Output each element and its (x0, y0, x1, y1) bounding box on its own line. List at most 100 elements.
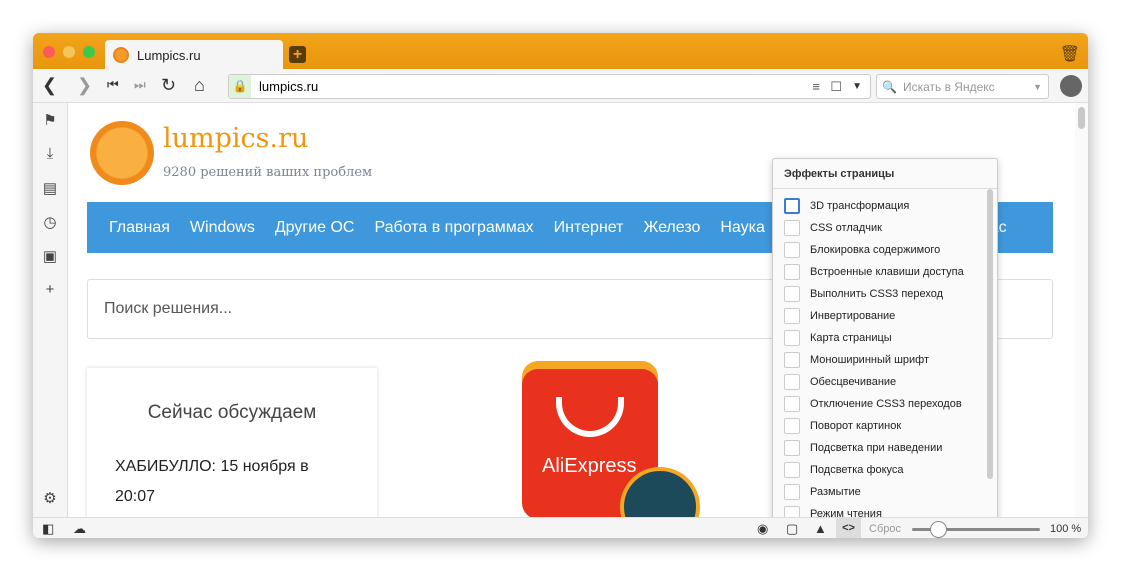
favicon-icon (113, 47, 129, 63)
ad-label: AliExpress (542, 455, 637, 477)
image-icon[interactable]: ▲ (814, 521, 827, 536)
bookmark-icon[interactable]: ☐ (830, 79, 842, 95)
effect-label: CSS отладчик (810, 222, 882, 234)
effect-checkbox[interactable] (784, 440, 800, 456)
zoom-slider-thumb[interactable] (929, 521, 947, 538)
add-icon[interactable]: + (41, 281, 59, 298)
page-effects-popup: Эффекты страницы 3D трансформация CSS отл… (772, 158, 998, 517)
forward-icon[interactable]: ❯ (77, 75, 92, 95)
chevron-down-icon[interactable]: ▼ (852, 81, 862, 92)
effect-checkbox[interactable] (784, 242, 800, 258)
effect-checkbox[interactable] (784, 264, 800, 280)
reload-icon[interactable]: ↻ (161, 75, 176, 95)
effect-item[interactable]: Подсветка фокуса (773, 459, 997, 481)
avatar[interactable] (1060, 75, 1082, 97)
trash-icon[interactable]: 🗑 (1060, 44, 1080, 64)
site-title[interactable]: lumpics.ru (163, 123, 308, 154)
effect-checkbox[interactable] (784, 352, 800, 368)
effect-checkbox[interactable] (784, 330, 800, 346)
effect-label: Подсветка при наведении (810, 442, 943, 454)
effect-label: Карта страницы (810, 332, 892, 344)
effect-item[interactable]: Обесцвечивание (773, 371, 997, 393)
bookmarks-icon[interactable]: ⚑ (41, 111, 59, 129)
new-tab-button[interactable]: + (289, 46, 306, 63)
effect-item[interactable]: Встроенные клавиши доступа (773, 261, 997, 283)
code-effects-icon[interactable]: <> (836, 518, 861, 538)
nav-item[interactable]: Железо (643, 219, 700, 237)
site-search-placeholder: Поиск решения... (104, 300, 233, 317)
home-icon[interactable]: ⌂ (194, 75, 205, 95)
zoom-reset-button[interactable]: Сброс (869, 523, 901, 535)
effect-item[interactable]: Отключение CSS3 переходов (773, 393, 997, 415)
effect-item[interactable]: Поворот картинок (773, 415, 997, 437)
skip-back-icon[interactable]: ⏮ (107, 75, 119, 95)
effect-item[interactable]: Моноширинный шрифт (773, 349, 997, 371)
download-icon[interactable]: ⤓ (41, 145, 59, 162)
web-content: lumpics.ru 9280 решений ваших проблем Гл… (68, 103, 1075, 517)
effect-label: Размытие (810, 486, 861, 498)
sidebar-toggle-icon[interactable]: ◧ (42, 521, 54, 537)
title-bar: Lumpics.ru + 🗑 (33, 33, 1088, 70)
cloud-icon[interactable]: ☁ (73, 521, 86, 537)
skip-forward-icon[interactable]: ⏭ (134, 75, 146, 95)
effect-item[interactable]: 3D трансформация (773, 195, 997, 217)
window-icon[interactable]: ▣ (41, 247, 59, 265)
popup-scrollbar[interactable] (987, 189, 993, 479)
site-logo[interactable] (90, 121, 154, 185)
page-scrollbar[interactable] (1075, 103, 1088, 517)
minimize-button[interactable] (63, 46, 75, 58)
effect-label: Инвертирование (810, 310, 896, 322)
effect-item[interactable]: CSS отладчик (773, 217, 997, 239)
close-button[interactable] (43, 46, 55, 58)
effect-item[interactable]: Карта страницы (773, 327, 997, 349)
reader-icon[interactable]: ≡ (812, 79, 820, 94)
effect-checkbox[interactable] (784, 220, 800, 236)
maximize-button[interactable] (83, 46, 95, 58)
search-placeholder: Искать в Яндекс (902, 79, 995, 94)
nav-item[interactable]: Главная (109, 219, 170, 237)
effect-checkbox[interactable] (784, 374, 800, 390)
effect-checkbox[interactable] (784, 286, 800, 302)
effect-item[interactable]: Подсветка при наведении (773, 437, 997, 459)
effect-checkbox[interactable] (784, 462, 800, 478)
history-icon[interactable]: ◷ (41, 213, 59, 231)
scroll-thumb[interactable] (1078, 107, 1085, 129)
settings-gear-icon[interactable]: ⚙ (41, 489, 59, 507)
nav-item[interactable]: Наука (720, 219, 765, 237)
tab-lumpics[interactable]: Lumpics.ru (105, 40, 283, 70)
effect-item[interactable]: Размытие (773, 481, 997, 503)
zoom-level: 100 % (1050, 523, 1082, 535)
effect-label: Обесцвечивание (810, 376, 897, 388)
bag-icon (556, 397, 624, 437)
notes-icon[interactable]: ▤ (41, 179, 59, 197)
zoom-slider[interactable] (912, 521, 1040, 538)
frame-icon[interactable]: ▢ (786, 521, 798, 537)
card-text[interactable]: ХАБИБУЛЛО: 15 ноября в 20:07 (115, 452, 349, 512)
nav-item[interactable]: Работа в программах (374, 219, 533, 237)
effect-checkbox[interactable] (784, 506, 800, 517)
effect-label: Режим чтения (810, 508, 882, 517)
discussion-card: Сейчас обсуждаем ХАБИБУЛЛО: 15 ноября в 2… (87, 368, 377, 517)
effect-checkbox[interactable] (784, 308, 800, 324)
nav-item[interactable]: Windows (190, 219, 255, 237)
camera-icon[interactable]: ◉ (757, 521, 768, 537)
nav-item[interactable]: Другие ОС (275, 219, 355, 237)
address-bar[interactable]: 🔒 lumpics.ru ≡ ☐ ▼ (228, 74, 871, 99)
effect-item[interactable]: Блокировка содержимого (773, 239, 997, 261)
effect-item[interactable]: Инвертирование (773, 305, 997, 327)
search-input[interactable]: 🔍 Искать в Яндекс ▼ (876, 74, 1049, 99)
search-dropdown-icon[interactable]: ▼ (1033, 82, 1042, 92)
card-title: Сейчас обсуждаем (147, 402, 317, 423)
effect-label: Блокировка содержимого (810, 244, 941, 256)
effect-item[interactable]: Выполнить CSS3 переход (773, 283, 997, 305)
effect-checkbox[interactable] (784, 484, 800, 500)
toolbar: ❮ ❯ ⏮ ⏭ ↻ ⌂ 🔒 lumpics.ru ≡ ☐ ▼ 🔍 Искать в … (33, 69, 1088, 103)
effect-label: 3D трансформация (810, 200, 910, 212)
nav-item[interactable]: Интернет (554, 219, 624, 237)
effect-label: Выполнить CSS3 переход (810, 288, 944, 300)
back-icon[interactable]: ❮ (42, 75, 57, 95)
effect-checkbox[interactable] (784, 418, 800, 434)
effect-checkbox[interactable] (784, 198, 800, 214)
effect-checkbox[interactable] (784, 396, 800, 412)
effect-item[interactable]: Режим чтения (773, 503, 997, 517)
